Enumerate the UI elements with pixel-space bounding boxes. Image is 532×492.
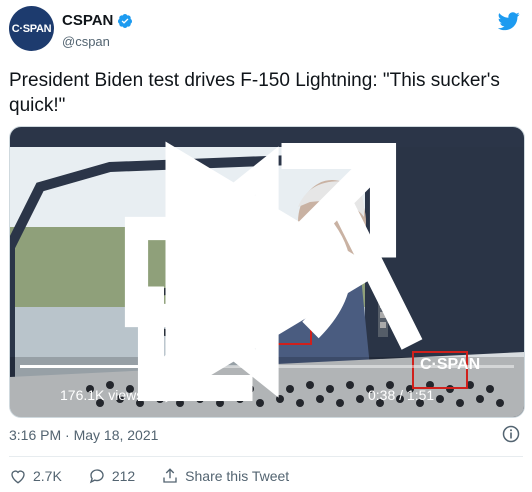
reply-button[interactable]: 212 (88, 467, 135, 485)
reply-icon (89, 469, 104, 484)
name-row: CSPAN (62, 12, 133, 29)
share-button[interactable]: Share this Tweet (161, 467, 289, 485)
account-handle[interactable]: @cspan (62, 34, 110, 49)
avatar[interactable]: C·SPAN (9, 6, 54, 51)
tweet-actions: 2.7K 212 Share this Tweet (9, 467, 315, 485)
twitter-logo-icon[interactable] (498, 10, 520, 32)
video-player[interactable]: C·SPAN 176.1K views 0:38 / 1:51 (9, 126, 525, 418)
like-count: 2.7K (33, 468, 62, 484)
verified-badge-icon (118, 13, 133, 28)
fullscreen-icon[interactable] (10, 127, 524, 417)
tweet-timestamp[interactable]: 3:16 PM · May 18, 2021 (9, 427, 158, 443)
share-icon (163, 468, 177, 483)
account-name[interactable]: CSPAN (62, 12, 113, 29)
divider (9, 456, 523, 457)
reply-count: 212 (111, 468, 136, 484)
heart-icon (11, 470, 25, 484)
like-button[interactable]: 2.7K (9, 467, 62, 485)
tweet-text: President Biden test drives F-150 Lightn… (9, 70, 500, 116)
info-icon[interactable] (502, 425, 520, 443)
avatar-text: C·SPAN (11, 22, 52, 35)
share-label: Share this Tweet (185, 468, 290, 484)
